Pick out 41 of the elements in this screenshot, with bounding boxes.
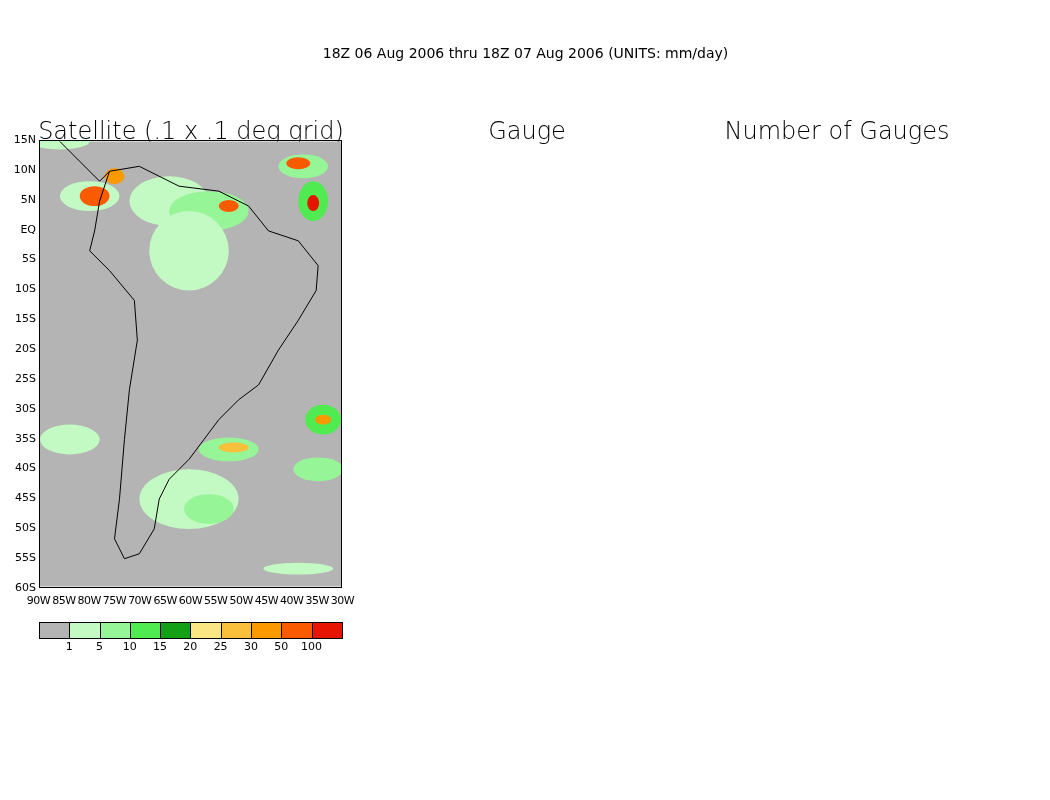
longitude-label: 60W — [178, 594, 203, 607]
longitude-label: 40W — [280, 594, 304, 607]
longitude-label: 50W — [229, 594, 253, 607]
legend-label: 1 — [65, 640, 73, 653]
panel-title: Number of Gauges — [724, 116, 950, 147]
longitude-label: 75W — [102, 594, 127, 607]
latitude-label: 15S — [15, 313, 36, 326]
legend-label: 5 — [95, 640, 103, 653]
latitude-label: 40S — [15, 462, 36, 475]
longitude-label: 80W — [77, 594, 101, 607]
latitude-label: 25S — [15, 372, 36, 385]
latitude-label: 20S — [15, 343, 36, 355]
latitude-label: 10S — [15, 283, 36, 296]
legend-label: 30 — [243, 640, 258, 653]
longitude-label: 45W — [254, 594, 279, 607]
legend-label: 100 — [301, 640, 322, 653]
panel-title: Gauge — [488, 116, 566, 147]
latitude-label: 30S — [15, 402, 36, 415]
latitude-label: 5N — [20, 193, 36, 206]
legend-label: 20 — [183, 640, 198, 653]
longitude-label: 85W — [52, 594, 76, 607]
legend-label: 50 — [274, 640, 289, 653]
legend-label: 25 — [213, 640, 228, 653]
longitude-label: 30W — [330, 594, 355, 607]
longitude-label: 65W — [153, 594, 177, 607]
latitude-label: 35S — [15, 432, 36, 445]
legend-label: 10 — [122, 640, 137, 653]
longitude-label: 35W — [305, 594, 329, 607]
longitude-label: 70W — [128, 594, 152, 607]
latitude-label: 15N — [13, 134, 36, 146]
latitude-label: 55S — [15, 552, 36, 565]
latitude-label: EQ — [20, 223, 36, 236]
latitude-label: 45S — [15, 492, 36, 505]
latitude-label: 60S — [15, 581, 36, 594]
longitude-label: 90W — [26, 594, 51, 607]
plot-title: 18Z 06 Aug 2006 thru 18Z 07 Aug 2006 (UNITS: mm/day) — [322, 44, 729, 62]
legend-label: 15 — [153, 640, 168, 653]
latitude-label: 50S — [15, 522, 36, 535]
latitude-label: 5S — [22, 253, 36, 266]
longitude-label: 55W — [204, 594, 228, 607]
latitude-label: 10N — [13, 163, 36, 176]
